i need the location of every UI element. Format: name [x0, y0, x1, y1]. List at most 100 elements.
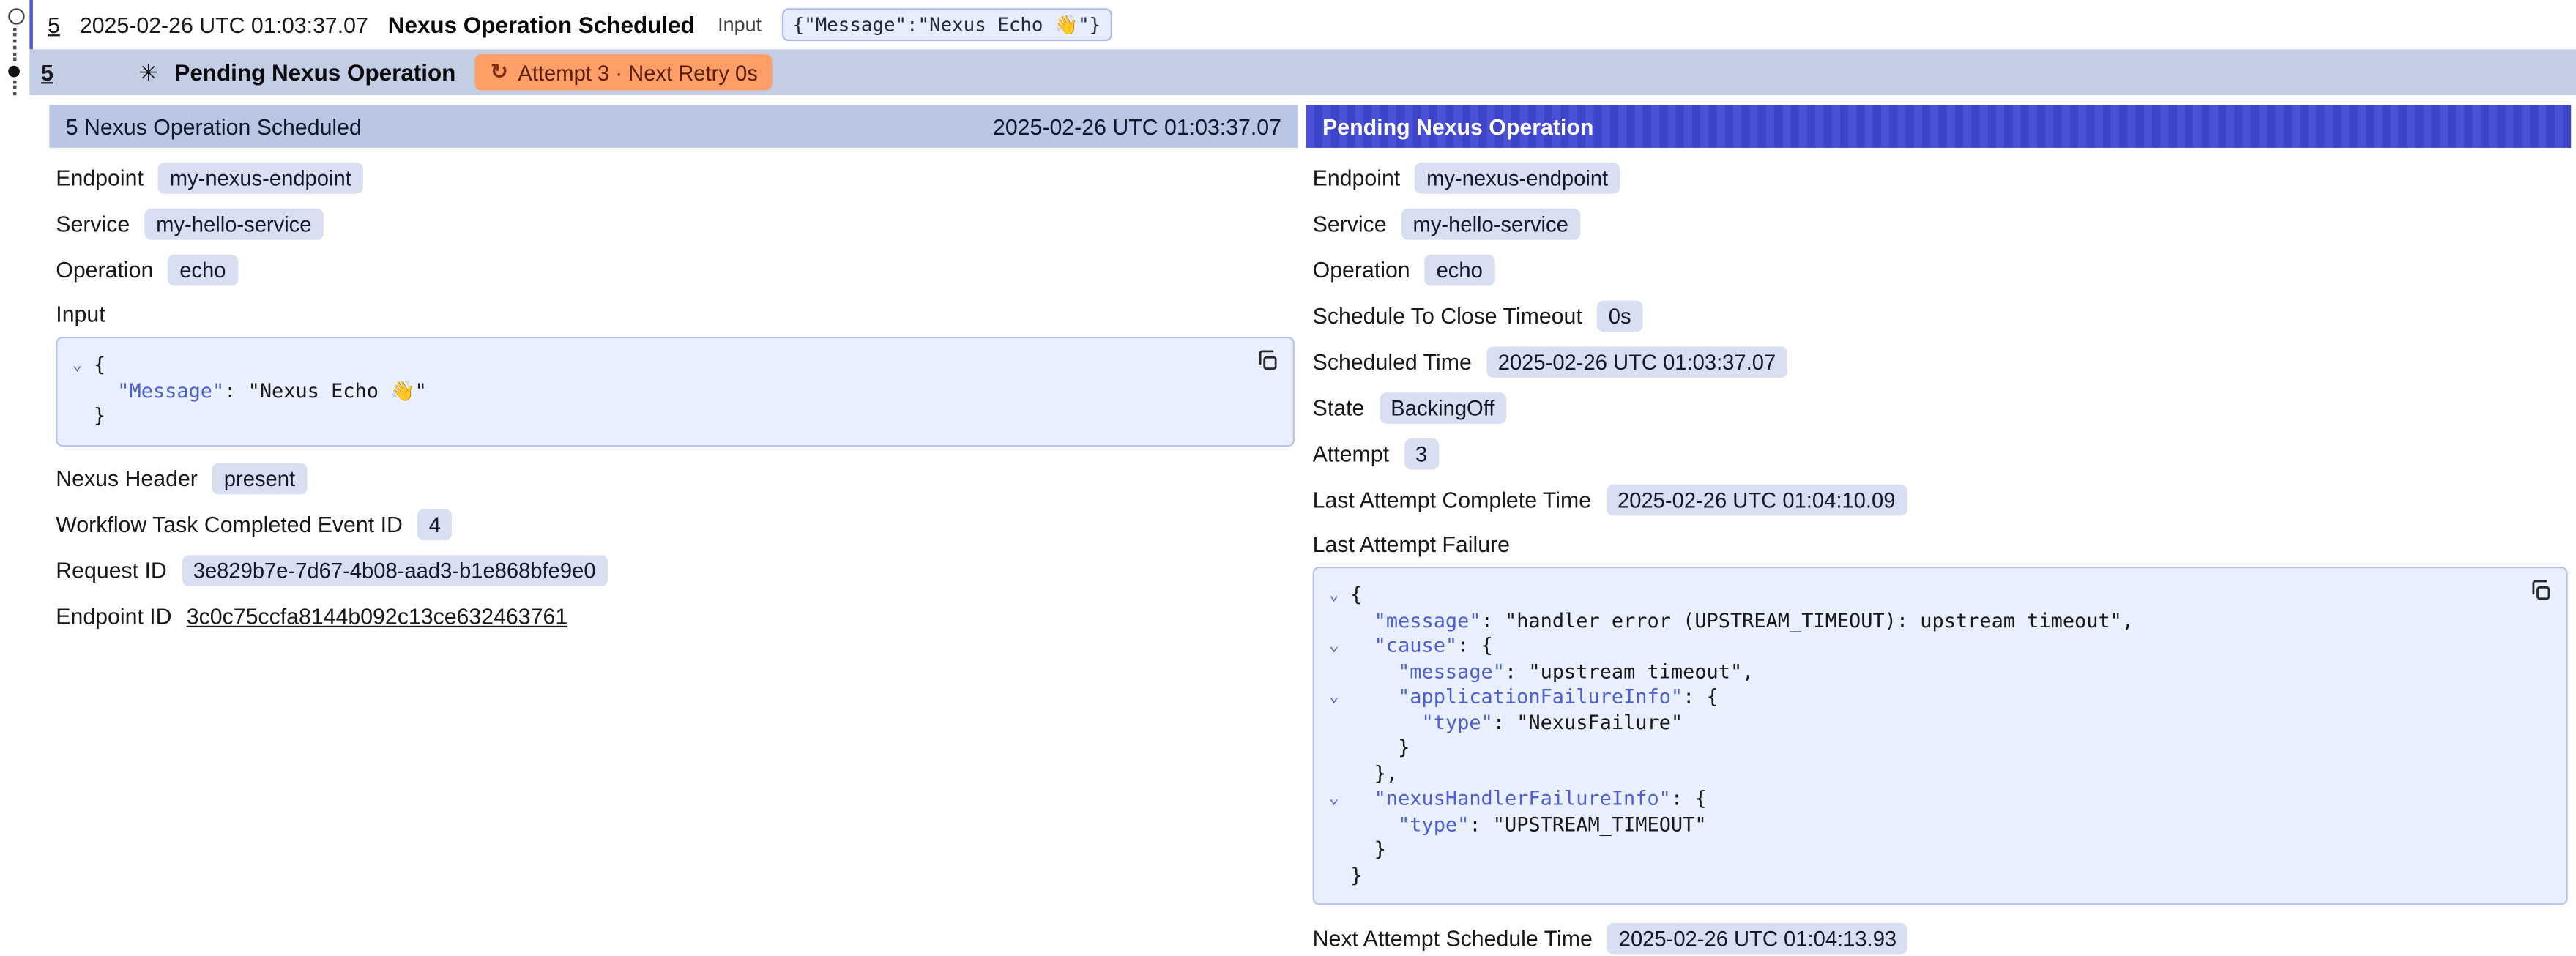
scheduled-event-panel: 5 Nexus Operation Scheduled 2025-02-26 U…	[49, 105, 1298, 956]
field-label: Operation	[56, 257, 153, 282]
chevron-down-icon[interactable]: ⌄	[61, 353, 94, 378]
field-service: Service my-hello-service	[56, 207, 1298, 240]
json-text: }	[1350, 863, 1362, 889]
field-label: Request ID	[56, 559, 167, 583]
event-id-link[interactable]: 5	[48, 12, 60, 37]
event-row-pending[interactable]: 5 ✳ Pending Nexus Operation ↻ Attempt 3 …	[29, 49, 2576, 95]
pending-panel-title: Pending Nexus Operation	[1322, 114, 1593, 139]
json-key: "applicationFailureInfo"	[1398, 685, 1683, 711]
json-indent	[1350, 634, 1374, 660]
copy-icon[interactable]	[2527, 578, 2553, 605]
field-endpoint-id: Endpoint ID 3c0c75ccfa8144b092c13ce63246…	[56, 600, 1298, 633]
json-key: "message"	[1398, 660, 1505, 685]
chevron-down-icon[interactable]: ⌄	[1317, 685, 1350, 711]
chevron-down-icon	[1317, 608, 1350, 634]
field-value-badge: my-hello-service	[144, 208, 323, 239]
field-value-badge: 2025-02-26 UTC 01:04:13.93	[1607, 922, 1908, 954]
chevron-down-icon	[1317, 660, 1350, 685]
field-label: Endpoint ID	[56, 605, 171, 630]
chevron-down-icon[interactable]: ⌄	[1317, 787, 1350, 813]
field-value-badge: my-nexus-endpoint	[1415, 162, 1619, 193]
scheduled-panel-title: 5 Nexus Operation Scheduled	[66, 114, 362, 139]
json-text: }	[94, 404, 105, 430]
json-line: "message": "upstream timeout",	[1317, 660, 2553, 685]
json-line: ⌄ "cause": {	[1317, 634, 2553, 660]
json-indent	[1350, 608, 1374, 634]
field-label: Endpoint	[56, 165, 144, 190]
json-line: ⌄{	[61, 353, 1280, 378]
chevron-down-icon[interactable]: ⌄	[1317, 583, 1350, 608]
field-value-badge: 2025-02-26 UTC 01:04:10.09	[1606, 484, 1907, 515]
json-indent	[1350, 736, 1398, 761]
json-text: : "UPSTREAM_TIMEOUT"	[1469, 812, 1706, 837]
retry-status-badge: ↻ Attempt 3 · Next Retry 0s	[475, 54, 773, 90]
chevron-down-icon	[1317, 863, 1350, 889]
json-key: "nexusHandlerFailureInfo"	[1374, 787, 1671, 813]
retry-badge-label: Attempt 3 · Next Retry 0s	[518, 60, 757, 85]
chevron-down-icon	[1317, 812, 1350, 837]
json-text: : "Nexus Echo 👋"	[224, 378, 427, 404]
json-key: "type"	[1422, 710, 1493, 736]
pending-operation-panel: Pending Nexus Operation Endpoint my-nexu…	[1306, 105, 2572, 956]
field-value-badge: 3e829b7e-7d67-4b08-aad3-b1e868bfe9e0	[182, 555, 607, 586]
field-next-attempt-schedule-time: Next Attempt Schedule Time 2025-02-26 UT…	[1313, 922, 2572, 955]
json-indent	[1350, 761, 1374, 787]
field-endpoint: Endpoint my-nexus-endpoint	[1313, 161, 2572, 194]
json-key: "message"	[1374, 608, 1481, 634]
chevron-down-icon	[1317, 736, 1350, 761]
field-value-badge: 2025-02-26 UTC 01:03:37.07	[1486, 346, 1787, 377]
field-nexus-header: Nexus Header present	[56, 463, 1298, 496]
event-row-scheduled[interactable]: 5 2025-02-26 UTC 01:03:37.07 Nexus Opera…	[29, 0, 2576, 49]
chevron-down-icon	[61, 404, 94, 430]
field-label: Last Attempt Complete Time	[1313, 487, 1591, 512]
json-text: : "upstream timeout",	[1505, 660, 1754, 685]
json-text: {	[94, 353, 105, 378]
json-text: },	[1374, 761, 1398, 787]
field-label: State	[1313, 395, 1365, 420]
field-workflow-task-completed-event-id: Workflow Task Completed Event ID 4	[56, 508, 1298, 541]
json-key: "cause"	[1374, 634, 1457, 660]
json-text: : "NexusFailure"	[1493, 710, 1683, 736]
field-label: Service	[1313, 211, 1387, 236]
pending-event-id-link[interactable]: 5	[41, 60, 53, 85]
timeline-connector	[13, 81, 16, 95]
endpoint-id-link[interactable]: 3c0c75ccfa8144b092c13ce632463761	[187, 605, 567, 630]
timeline-topbar: 5 2025-02-26 UTC 01:03:37.07 Nexus Opera…	[0, 0, 2576, 95]
scheduled-panel-header: 5 Nexus Operation Scheduled 2025-02-26 U…	[49, 105, 1298, 148]
detail-panels: 5 Nexus Operation Scheduled 2025-02-26 U…	[0, 95, 2576, 956]
json-key: "Message"	[117, 378, 224, 404]
json-indent	[1350, 812, 1398, 837]
running-asterisk-icon: ✳	[139, 59, 158, 86]
json-line: }	[61, 404, 1280, 430]
field-label: Service	[56, 211, 130, 236]
failure-json-block: ⌄{ "message": "handler error (UPSTREAM_T…	[1313, 567, 2568, 905]
field-schedule-to-close-timeout: Schedule To Close Timeout 0s	[1313, 299, 2572, 332]
event-input-label: Input	[718, 13, 762, 36]
json-line: },	[1317, 761, 2553, 787]
json-indent	[1350, 710, 1421, 736]
field-state: State BackingOff	[1313, 391, 2572, 424]
field-attempt: Attempt 3	[1313, 437, 2572, 470]
event-timestamp: 2025-02-26 UTC 01:03:37.07	[80, 12, 368, 37]
json-indent	[1350, 685, 1398, 711]
pending-panel-header: Pending Nexus Operation	[1306, 105, 2572, 148]
field-endpoint: Endpoint my-nexus-endpoint	[56, 161, 1298, 194]
field-label: Schedule To Close Timeout	[1313, 303, 1582, 328]
chevron-down-icon[interactable]: ⌄	[1317, 634, 1350, 660]
json-indent	[1350, 660, 1398, 685]
chevron-down-icon	[61, 378, 94, 404]
field-value-badge: echo	[1425, 254, 1494, 285]
json-text: : {	[1671, 787, 1707, 813]
json-line: ⌄ "nexusHandlerFailureInfo": {	[1317, 787, 2553, 813]
json-key: "type"	[1398, 812, 1469, 837]
scheduled-panel-timestamp: 2025-02-26 UTC 01:03:37.07	[993, 114, 1281, 139]
chevron-down-icon	[1317, 837, 1350, 863]
field-value-badge: echo	[168, 254, 238, 285]
timeline-connector	[13, 28, 16, 61]
json-indent	[1350, 837, 1374, 863]
json-indent	[94, 378, 117, 404]
input-section-label: Input	[56, 302, 1298, 327]
chevron-down-icon	[1317, 761, 1350, 787]
copy-icon[interactable]	[1254, 348, 1280, 375]
field-operation: Operation echo	[1313, 253, 2572, 286]
